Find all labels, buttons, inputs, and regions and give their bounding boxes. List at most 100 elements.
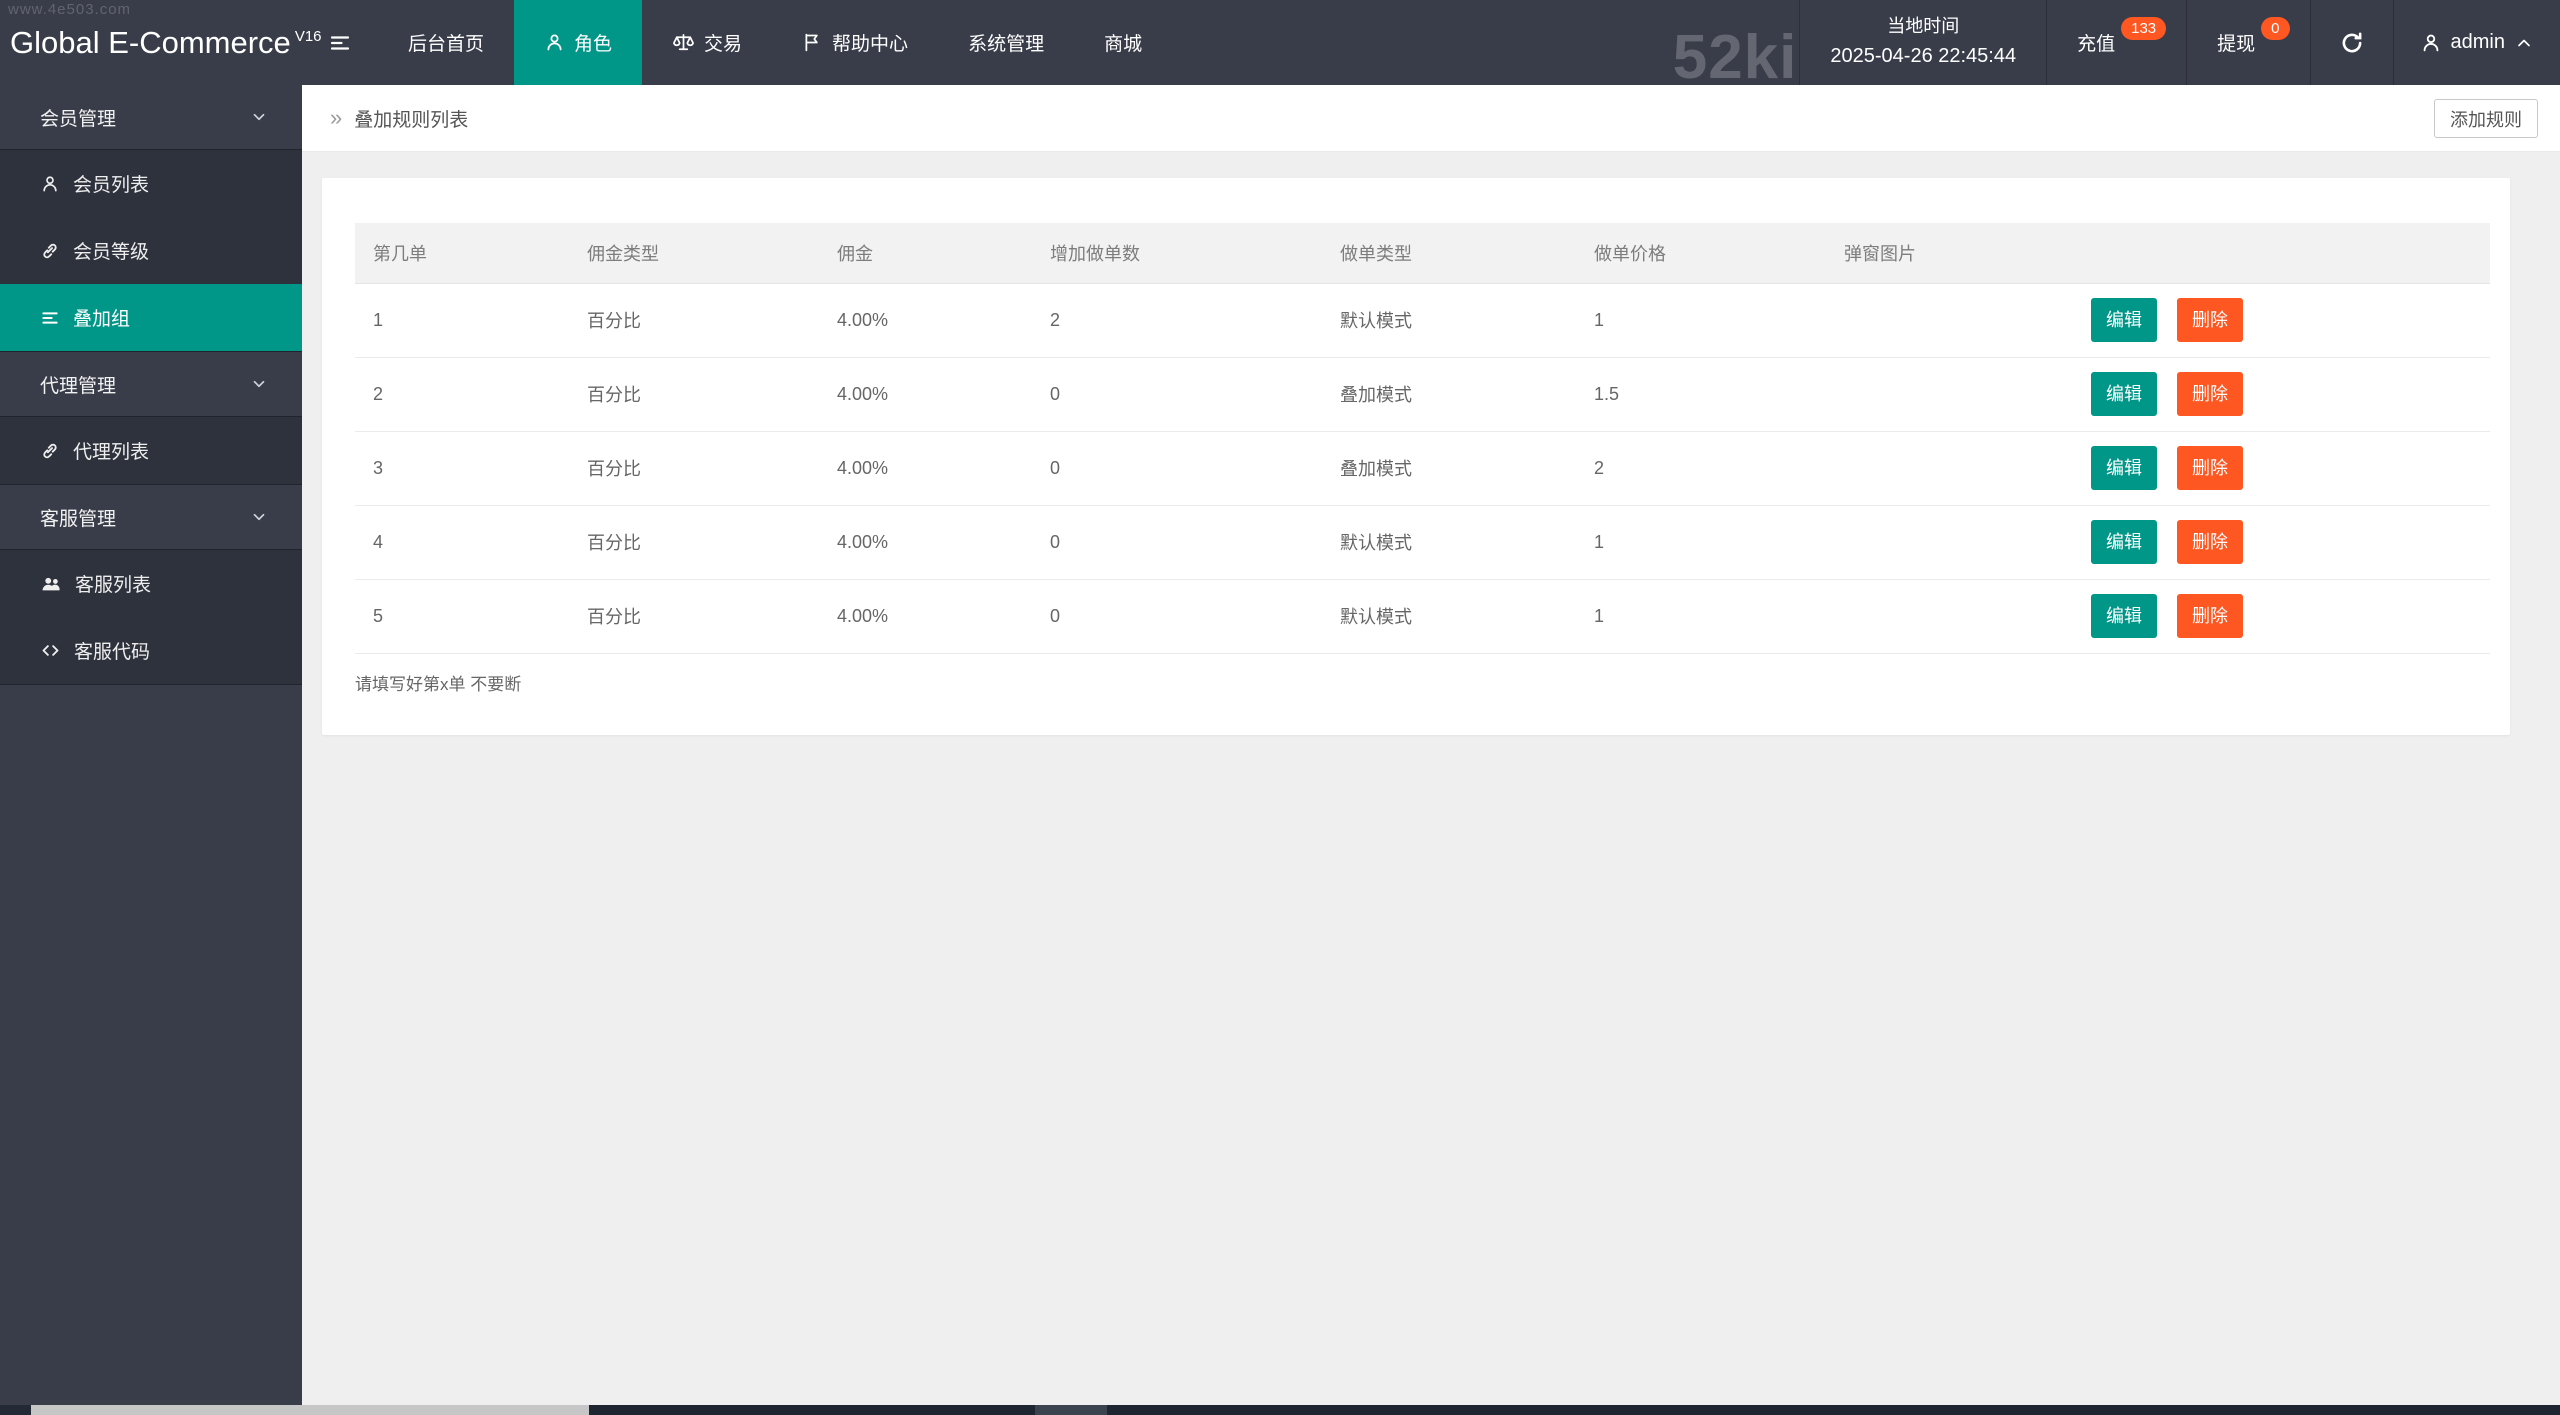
cell-commission-type: 百分比 <box>569 357 819 431</box>
nav-item-mall[interactable]: 商城 <box>1074 0 1172 85</box>
cell-order: 1 <box>355 283 569 357</box>
delete-button[interactable]: 删除 <box>2177 594 2243 638</box>
user-icon <box>2420 32 2442 54</box>
sidebar-item-agent-list[interactable]: 代理列表 <box>0 417 302 484</box>
nav-item-roles[interactable]: 角色 <box>514 0 642 85</box>
cell-popup-image <box>1826 431 2073 505</box>
cell-price: 1 <box>1576 283 1826 357</box>
cell-mode: 叠加模式 <box>1322 357 1576 431</box>
page-title: 叠加规则列表 <box>354 105 468 132</box>
link-icon <box>40 441 60 461</box>
nav-item-label: 帮助中心 <box>832 29 908 56</box>
sidebar-item-member-list[interactable]: 会员列表 <box>0 150 302 217</box>
nav-item-system[interactable]: 系统管理 <box>938 0 1074 85</box>
sidebar-subgroup-members: 会员列表 会员等级 叠加组 <box>0 149 302 352</box>
sidebar-item-label: 客服列表 <box>75 570 151 597</box>
edit-button[interactable]: 编辑 <box>2091 298 2157 342</box>
scrollbar-thumb[interactable] <box>31 1405 589 1415</box>
rules-table: 第几单 佣金类型 佣金 增加做单数 做单类型 做单价格 弹窗图片 1 百分比 4… <box>355 223 2490 654</box>
sidebar-group-label: 会员管理 <box>40 104 116 131</box>
cell-order: 5 <box>355 579 569 653</box>
chevron-down-icon <box>250 375 268 393</box>
cell-commission-type: 百分比 <box>569 579 819 653</box>
cell-commission: 4.00% <box>819 579 1032 653</box>
edit-button[interactable]: 编辑 <box>2091 520 2157 564</box>
scales-icon <box>672 31 695 54</box>
sidebar-subgroup-agents: 代理列表 <box>0 416 302 485</box>
cell-add-count: 0 <box>1032 505 1322 579</box>
nav-item-dashboard[interactable]: 后台首页 <box>378 0 514 85</box>
edit-button[interactable]: 编辑 <box>2091 446 2157 490</box>
col-header-actions <box>2073 223 2490 283</box>
sidebar-item-label: 会员列表 <box>73 170 149 197</box>
delete-button[interactable]: 删除 <box>2177 298 2243 342</box>
user-icon <box>544 32 565 53</box>
sidebar-item-label: 代理列表 <box>73 437 149 464</box>
cell-add-count: 0 <box>1032 431 1322 505</box>
edit-button[interactable]: 编辑 <box>2091 594 2157 638</box>
cell-add-count: 0 <box>1032 579 1322 653</box>
main-content: » 叠加规则列表 添加规则 第几单 佣金类型 佣金 增加做单数 做单类型 做单价… <box>302 85 2560 1415</box>
flag-icon <box>802 32 823 53</box>
sidebar-item-label: 叠加组 <box>73 304 130 331</box>
cell-price: 1 <box>1576 579 1826 653</box>
cell-actions: 编辑 删除 <box>2073 283 2490 357</box>
horizontal-scrollbar[interactable] <box>0 1405 2560 1415</box>
sidebar-item-support-list[interactable]: 客服列表 <box>0 550 302 617</box>
delete-button[interactable]: 删除 <box>2177 372 2243 416</box>
edit-button[interactable]: 编辑 <box>2091 372 2157 416</box>
sidebar-group-agents[interactable]: 代理管理 <box>0 352 302 416</box>
cell-mode: 默认模式 <box>1322 505 1576 579</box>
sidebar-item-stack-group[interactable]: 叠加组 <box>0 284 302 351</box>
recharge-button[interactable]: 充值 133 <box>2047 0 2186 85</box>
app-logo-version: V16 <box>295 28 322 45</box>
table-header-row: 第几单 佣金类型 佣金 增加做单数 做单类型 做单价格 弹窗图片 <box>355 223 2490 283</box>
cell-popup-image <box>1826 357 2073 431</box>
col-header-popup-image: 弹窗图片 <box>1826 223 2073 283</box>
withdraw-label: 提现 <box>2217 29 2255 56</box>
cell-actions: 编辑 删除 <box>2073 579 2490 653</box>
chevron-down-icon <box>250 108 268 126</box>
cell-commission-type: 百分比 <box>569 431 819 505</box>
sidebar-group-members[interactable]: 会员管理 <box>0 85 302 149</box>
chevron-down-icon <box>250 508 268 526</box>
cell-popup-image <box>1826 505 2073 579</box>
top-navbar: www.4e503.com Global E-Commerce V16 后台首页… <box>0 0 2560 85</box>
withdraw-button[interactable]: 提现 0 <box>2186 0 2309 85</box>
nav-item-help-center[interactable]: 帮助中心 <box>772 0 938 85</box>
rules-card: 第几单 佣金类型 佣金 增加做单数 做单类型 做单价格 弹窗图片 1 百分比 4… <box>322 178 2510 735</box>
sidebar-item-member-level[interactable]: 会员等级 <box>0 217 302 284</box>
sidebar-group-label: 代理管理 <box>40 371 116 398</box>
table-note: 请填写好第x单 不要断 <box>355 670 2490 695</box>
cell-order: 2 <box>355 357 569 431</box>
scrollbar-corner <box>0 1405 31 1415</box>
cell-order: 4 <box>355 505 569 579</box>
link-icon <box>40 241 60 261</box>
cell-commission-type: 百分比 <box>569 505 819 579</box>
hamburger-icon <box>328 31 352 55</box>
local-time-value: 2025-04-26 22:45:44 <box>1830 41 2016 72</box>
nav-item-label: 后台首页 <box>408 29 484 56</box>
user-menu[interactable]: admin <box>2394 0 2560 85</box>
refresh-button[interactable] <box>2310 0 2394 85</box>
main-menu: 后台首页 角色 交易 帮助中心 系统管理 商城 <box>302 0 1172 85</box>
sidebar-subgroup-support: 客服列表 客服代码 <box>0 549 302 685</box>
nav-item-trade[interactable]: 交易 <box>642 0 772 85</box>
navbar-right: 52ki 当地时间 2025-04-26 22:45:44 充值 133 提现 … <box>1675 0 2560 85</box>
delete-button[interactable]: 删除 <box>2177 520 2243 564</box>
sidebar-item-label: 会员等级 <box>73 237 149 264</box>
col-header-add-count: 增加做单数 <box>1032 223 1322 283</box>
sidebar-item-support-code[interactable]: 客服代码 <box>0 617 302 684</box>
cell-add-count: 2 <box>1032 283 1322 357</box>
table-row: 2 百分比 4.00% 0 叠加模式 1.5 编辑 删除 <box>355 357 2490 431</box>
sidebar-item-label: 客服代码 <box>74 637 150 664</box>
nav-item-label: 交易 <box>704 29 742 56</box>
delete-button[interactable]: 删除 <box>2177 446 2243 490</box>
site-watermark: www.4e503.com <box>8 1 131 18</box>
add-rule-button[interactable]: 添加规则 <box>2434 99 2538 138</box>
user-icon <box>40 174 60 194</box>
local-time-label: 当地时间 <box>1830 13 2016 41</box>
nav-item-label: 商城 <box>1104 29 1142 56</box>
sidebar-group-support[interactable]: 客服管理 <box>0 485 302 549</box>
table-row: 1 百分比 4.00% 2 默认模式 1 编辑 删除 <box>355 283 2490 357</box>
